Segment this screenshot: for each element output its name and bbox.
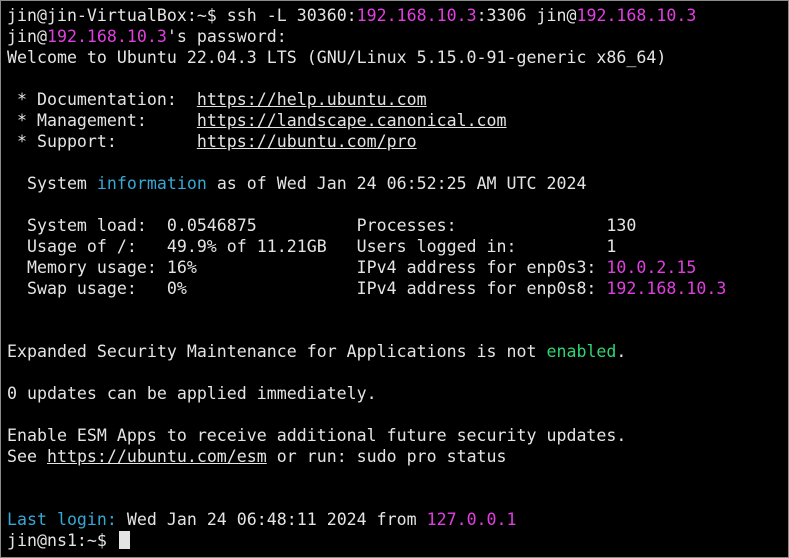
updates-line: 0 updates can be applied immediately. — [7, 384, 377, 403]
support-line: * Support: https://ubuntu.com/pro — [7, 132, 417, 151]
esm-status: enabled — [546, 342, 617, 361]
stat-row: Swap usage: 0% IPv4 address for enp0s8: … — [7, 279, 727, 298]
system-info-header: System information as of Wed Jan 24 06:5… — [7, 174, 587, 193]
support-link[interactable]: https://ubuntu.com/pro — [197, 132, 417, 151]
ip-address: 192.168.10.3 — [46, 27, 167, 46]
management-line: * Management: https://landscape.canonica… — [7, 111, 507, 130]
shell-prompt: jin@jin-VirtualBox:~$ — [7, 6, 227, 25]
management-link[interactable]: https://landscape.canonical.com — [197, 111, 507, 130]
doc-line: * Documentation: https://help.ubuntu.com — [7, 90, 427, 109]
stat-value: 130 — [606, 216, 637, 235]
ssh-target: :3306 jin@ — [476, 6, 577, 25]
welcome-banner: Welcome to Ubuntu 22.04.3 LTS (GNU/Linux… — [7, 48, 667, 67]
stat-value: 10.0.2.15 — [606, 258, 697, 277]
stat-row: Memory usage: 16% IPv4 address for enp0s… — [7, 258, 697, 277]
documentation-link[interactable]: https://help.ubuntu.com — [197, 90, 427, 109]
ssh-command: ssh -L 30360: — [226, 6, 357, 25]
text-cursor — [118, 531, 130, 549]
esm-link[interactable]: https://ubuntu.com/esm — [47, 447, 267, 466]
enable-esm-line: Enable ESM Apps to receive additional fu… — [7, 426, 627, 445]
stat-row: Usage of /: 49.9% of 11.21GB Users logge… — [7, 237, 617, 256]
ip-address: 192.168.10.3 — [356, 6, 477, 25]
see-esm-line: See https://ubuntu.com/esm or run: sudo … — [7, 447, 507, 466]
stat-value: 192.168.10.3 — [606, 279, 727, 298]
terminal-window[interactable]: jin@jin-VirtualBox:~$ ssh -L 30360:192.1… — [0, 0, 789, 558]
last-login-line: Last login: Wed Jan 24 06:48:11 2024 fro… — [7, 510, 517, 529]
ip-address: 192.168.10.3 — [576, 6, 697, 25]
stat-row: System load: 0.0546875 Processes: 130 — [7, 216, 637, 235]
ssh-command-line: jin@jin-VirtualBox:~$ ssh -L 30360:192.1… — [7, 5, 696, 26]
password-prompt: jin@192.168.10.3's password: — [7, 27, 287, 46]
shell-prompt: jin@ns1:~$ — [7, 531, 117, 550]
command-line-input[interactable]: jin@ns1:~$ — [7, 530, 130, 551]
ip-address: 127.0.0.1 — [426, 510, 517, 529]
stat-value: 1 — [606, 237, 617, 256]
esm-status-line: Expanded Security Maintenance for Applic… — [7, 342, 627, 361]
